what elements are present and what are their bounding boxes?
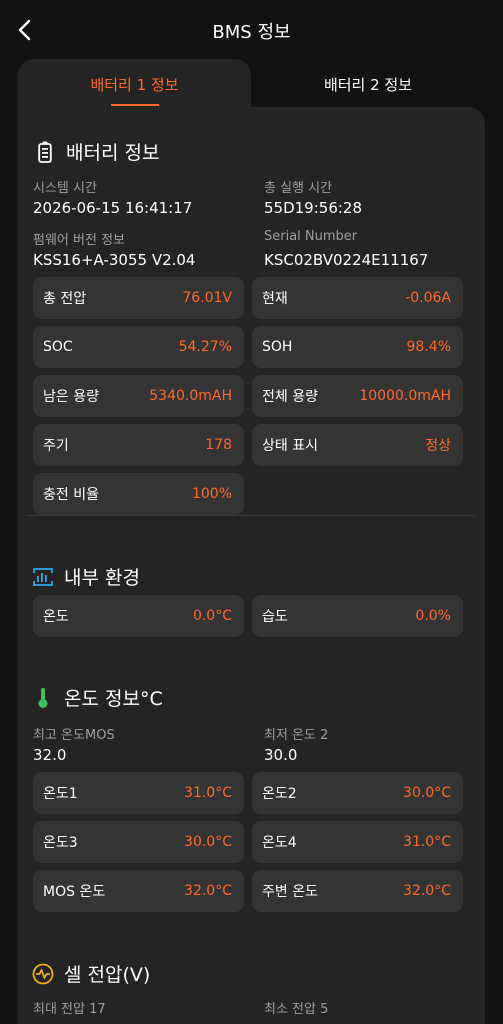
stat-value: 30.0°C <box>184 834 232 850</box>
stat-value: 30.0°C <box>403 785 451 801</box>
tab-battery-2-label: 배터리 2 정보 <box>323 76 413 94</box>
stat-value: 5340.0mAH <box>149 388 232 404</box>
stat-value: 10000.0mAH <box>359 388 451 404</box>
stat-card-mos-temp: MOS 온도 32.0°C <box>33 870 244 912</box>
temp-info-title: 온도 정보°C <box>64 688 163 710</box>
stat-value: 32.0°C <box>403 883 451 899</box>
tab-active-indicator <box>111 104 159 106</box>
stat-card-remaining-capacity: 남은 용량 5340.0mAH <box>33 375 244 417</box>
pulse-icon <box>32 963 54 985</box>
max-temp-value: 32.0 <box>33 746 67 764</box>
stat-card-temp-2: 온도2 30.0°C <box>252 772 463 814</box>
stat-label: 총 전압 <box>43 291 87 307</box>
tab-battery-1-label: 배터리 1 정보 <box>90 76 179 94</box>
total-runtime-label: 총 실행 시간 <box>264 181 333 196</box>
serial-number-label: Serial Number <box>264 229 358 244</box>
cell-voltage-heading: 셀 전압(V) <box>32 960 150 987</box>
stat-label: 현재 <box>262 291 288 307</box>
stat-card-humidity: 습도 0.0% <box>252 595 463 637</box>
min-temp-value: 30.0 <box>264 746 298 764</box>
stat-value: 76.01V <box>182 290 232 306</box>
firmware-value: KSS16+A-3055 V2.04 <box>33 251 196 269</box>
page-title: BMS 정보 <box>212 22 291 43</box>
stat-label: 온도4 <box>262 835 297 851</box>
stat-value: 32.0°C <box>184 883 232 899</box>
stat-value: 178 <box>205 437 232 453</box>
stat-value: 31.0°C <box>184 785 232 801</box>
stat-label: 온도3 <box>43 835 78 851</box>
stat-label: 충전 비율 <box>43 487 99 503</box>
stat-card-charge-ratio: 충전 비율 100% <box>33 473 244 515</box>
min-voltage-label: 최소 전압 5 <box>264 1002 329 1017</box>
system-time-label: 시스템 시간 <box>33 181 97 196</box>
stat-value: 0.0% <box>415 608 451 624</box>
stat-label: 온도1 <box>43 786 78 802</box>
stat-label: 상태 표시 <box>262 438 318 454</box>
stat-card-total-voltage: 총 전압 76.01V <box>33 277 244 319</box>
thermometer-icon <box>32 687 54 709</box>
stat-label: 전체 용량 <box>262 389 318 405</box>
section-divider <box>28 515 475 516</box>
app-header: BMS 정보 <box>0 0 503 60</box>
stat-value: 정상 <box>425 438 451 454</box>
stat-label: 남은 용량 <box>43 389 99 405</box>
max-voltage-label: 최대 전압 17 <box>33 1002 106 1017</box>
stat-card-temp-3: 온도3 30.0°C <box>33 821 244 863</box>
stat-label: SOC <box>43 339 73 355</box>
system-time-value: 2026-06-15 16:41:17 <box>33 199 193 217</box>
battery-info-title: 배터리 정보 <box>66 142 160 164</box>
internal-env-title: 내부 환경 <box>64 567 140 589</box>
firmware-label: 펌웨어 버전 정보 <box>33 233 125 248</box>
stat-label: 주변 온도 <box>262 884 318 900</box>
stat-value: 100% <box>191 486 232 502</box>
cell-voltage-title: 셀 전압(V) <box>64 964 151 986</box>
max-temp-label: 최고 온도MOS <box>33 728 115 743</box>
stat-card-temp-4: 온도4 31.0°C <box>252 821 463 863</box>
battery-info-heading: 배터리 정보 <box>34 138 159 165</box>
min-temp-label: 최저 온도 2 <box>264 728 329 743</box>
tab-battery-2[interactable]: 배터리 2 정보 <box>251 59 485 107</box>
stat-label: 온도 <box>43 609 69 625</box>
stat-value: 0.0°C <box>192 608 232 624</box>
internal-env-heading: 내부 환경 <box>32 563 140 590</box>
stat-value: 54.27% <box>178 339 232 355</box>
stat-card-cycles: 주기 178 <box>33 424 244 466</box>
stat-card-temp-1: 온도1 31.0°C <box>33 772 244 814</box>
environment-chart-icon <box>32 566 54 588</box>
stat-label: SOH <box>262 339 293 355</box>
stat-card-full-capacity: 전체 용량 10000.0mAH <box>252 375 463 417</box>
stat-card-status: 상태 표시 정상 <box>252 424 463 466</box>
stat-card-internal-temp: 온도 0.0°C <box>33 595 244 637</box>
stat-value: 31.0°C <box>403 834 451 850</box>
stat-label: MOS 온도 <box>43 884 106 900</box>
serial-number-value: KSC02BV0224E11167 <box>264 251 429 269</box>
temp-info-heading: 온도 정보°C <box>32 684 163 711</box>
stat-value: -0.06A <box>405 290 451 306</box>
battery-icon <box>34 141 56 163</box>
total-runtime-value: 55D19:56:28 <box>264 199 363 217</box>
stat-label: 온도2 <box>262 786 297 802</box>
stat-card-current: 현재 -0.06A <box>252 277 463 319</box>
stat-label: 주기 <box>43 438 69 454</box>
stat-card-soc: SOC 54.27% <box>33 326 244 368</box>
stat-label: 습도 <box>262 609 288 625</box>
stat-value: 98.4% <box>406 339 451 355</box>
stat-card-soh: SOH 98.4% <box>252 326 463 368</box>
stat-card-ambient-temp: 주변 온도 32.0°C <box>252 870 463 912</box>
